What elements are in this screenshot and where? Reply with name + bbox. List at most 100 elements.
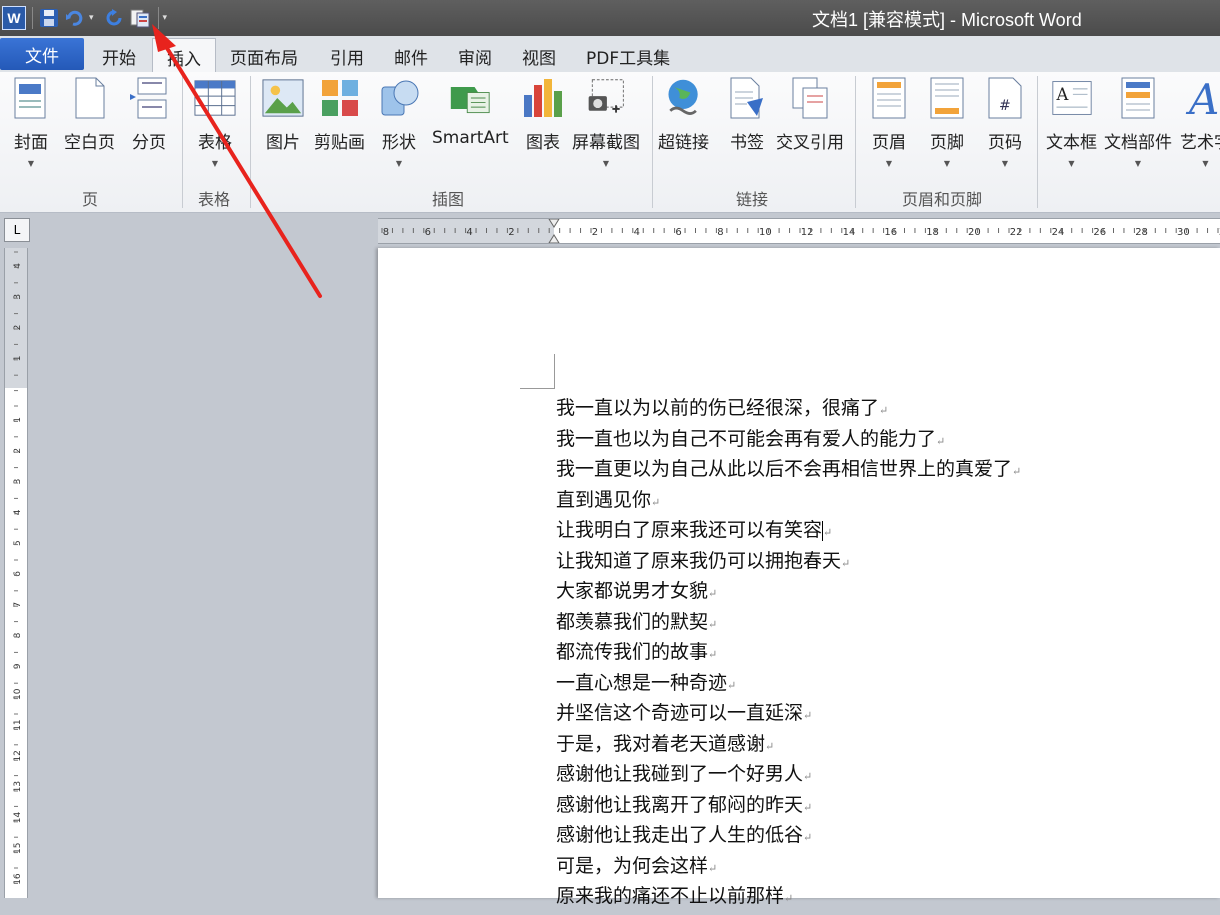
tab-review[interactable]: 审阅 bbox=[458, 44, 492, 69]
document-icon[interactable] bbox=[128, 6, 152, 30]
screenshot-button[interactable]: 屏幕截图 ▼ bbox=[572, 76, 640, 168]
ruler-label: 8 bbox=[383, 227, 389, 238]
document-line[interactable]: 我一直以为以前的伤已经很深，很痛了↵ bbox=[556, 393, 1021, 424]
textbox-button[interactable]: A 文本框 ▼ bbox=[1046, 76, 1097, 168]
undo-dropdown-icon[interactable]: ▾ bbox=[89, 13, 94, 23]
chart-button[interactable]: 图表 bbox=[522, 76, 564, 153]
table-icon bbox=[194, 76, 236, 120]
line-text: 都流传我们的故事 bbox=[556, 641, 708, 663]
chevron-down-icon: ▼ bbox=[1202, 159, 1208, 168]
shapes-icon bbox=[378, 76, 420, 120]
ruler-label: 20 bbox=[968, 227, 981, 238]
window-title: 文档1 [兼容模式] - Microsoft Word bbox=[812, 6, 1082, 32]
document-line[interactable]: 都流传我们的故事↵ bbox=[556, 637, 1021, 668]
document-line[interactable]: 一直心想是一种奇迹↵ bbox=[556, 668, 1021, 699]
paragraph-mark-icon: ↵ bbox=[765, 740, 774, 753]
page-number-button[interactable]: # 页码 ▼ bbox=[984, 76, 1026, 168]
word-app-icon[interactable]: W bbox=[2, 6, 26, 30]
picture-button[interactable]: 图片 bbox=[262, 76, 304, 153]
blank-page-button[interactable]: 空白页 bbox=[64, 76, 115, 153]
document-line[interactable]: 大家都说男才女貌↵ bbox=[556, 576, 1021, 607]
document-body[interactable]: 我一直以为以前的伤已经很深，很痛了↵我一直也以为自己不可能会再有爱人的能力了↵我… bbox=[556, 393, 1021, 912]
bookmark-icon bbox=[726, 76, 768, 120]
group-separator bbox=[1037, 76, 1038, 208]
ruler-label: 14 bbox=[843, 227, 856, 238]
undo-icon[interactable] bbox=[63, 6, 87, 30]
qat-separator bbox=[32, 7, 33, 29]
chevron-down-icon: ▼ bbox=[1068, 159, 1074, 168]
hyperlink-button[interactable]: 超链接 bbox=[658, 76, 709, 153]
save-icon[interactable] bbox=[37, 6, 61, 30]
tab-home[interactable]: 开始 bbox=[102, 44, 136, 69]
tab-insert[interactable]: 插入 bbox=[152, 38, 216, 75]
tab-references[interactable]: 引用 bbox=[330, 44, 364, 69]
shapes-button[interactable]: 形状 ▼ bbox=[378, 76, 420, 168]
line-text: 原来我的痛还不止以前那样 bbox=[556, 885, 784, 907]
ruler-label: 22 bbox=[1010, 227, 1023, 238]
document-line[interactable]: 于是，我对着老天道感谢↵ bbox=[556, 729, 1021, 760]
ruler-label: 2 bbox=[13, 448, 23, 454]
document-line[interactable]: 我一直也以为自己不可能会再有爱人的能力了↵ bbox=[556, 424, 1021, 455]
footer-button[interactable]: 页脚 ▼ bbox=[926, 76, 968, 168]
line-text: 让我明白了原来我还可以有笑容 bbox=[556, 519, 822, 541]
document-line[interactable]: 让我明白了原来我还可以有笑容↵ bbox=[556, 515, 1021, 546]
ruler-label: 2 bbox=[508, 227, 514, 238]
document-line[interactable]: 原来我的痛还不止以前那样↵ bbox=[556, 881, 1021, 912]
quick-parts-button[interactable]: 文档部件 ▼ bbox=[1104, 76, 1172, 168]
document-line[interactable]: 都羡慕我们的默契↵ bbox=[556, 607, 1021, 638]
wordart-button[interactable]: A 艺术字 ▼ bbox=[1180, 76, 1220, 168]
document-line[interactable]: 直到遇见你↵ bbox=[556, 485, 1021, 516]
ruler-label: 2 bbox=[592, 227, 598, 238]
line-text: 直到遇见你 bbox=[556, 489, 651, 511]
group-label-pages: 页 bbox=[82, 186, 98, 210]
smartart-button[interactable]: SmartArt bbox=[432, 76, 509, 148]
horizontal-ruler[interactable]: 86422468101214161820222426283032 bbox=[378, 218, 1220, 244]
paragraph-mark-icon: ↵ bbox=[727, 679, 736, 692]
header-button[interactable]: 页眉 ▼ bbox=[868, 76, 910, 168]
ruler-label: 7 bbox=[13, 602, 23, 608]
paragraph-mark-icon: ↵ bbox=[879, 404, 888, 417]
redo-icon[interactable] bbox=[102, 6, 126, 30]
clipart-button[interactable]: 剪贴画 bbox=[314, 76, 365, 153]
tab-selector[interactable]: L bbox=[4, 218, 30, 242]
tab-view[interactable]: 视图 bbox=[522, 44, 556, 69]
screenshot-icon bbox=[585, 76, 627, 120]
bookmark-button[interactable]: 书签 bbox=[726, 76, 768, 153]
group-separator bbox=[855, 76, 856, 208]
chevron-down-icon: ▼ bbox=[886, 159, 892, 168]
vertical-ruler[interactable]: 432112345678910111213141516 bbox=[4, 248, 28, 898]
line-text: 让我知道了原来我仍可以拥抱春天 bbox=[556, 550, 841, 572]
group-separator bbox=[250, 76, 251, 208]
customize-dropdown-icon[interactable]: ▾ bbox=[163, 13, 168, 23]
page-break-button[interactable]: 分页 bbox=[128, 76, 170, 153]
ruler-label: 5 bbox=[13, 540, 23, 546]
line-text: 大家都说男才女貌 bbox=[556, 580, 708, 602]
ruler-label: 10 bbox=[759, 227, 772, 238]
document-line[interactable]: 让我知道了原来我仍可以拥抱春天↵ bbox=[556, 546, 1021, 577]
document-line[interactable]: 感谢他让我离开了郁闷的昨天↵ bbox=[556, 790, 1021, 821]
quick-parts-icon bbox=[1117, 76, 1159, 120]
line-text: 一直心想是一种奇迹 bbox=[556, 672, 727, 694]
document-line[interactable]: 并坚信这个奇迹可以一直延深↵ bbox=[556, 698, 1021, 729]
document-line[interactable]: 我一直更以为自己从此以后不会再相信世界上的真爱了↵ bbox=[556, 454, 1021, 485]
chevron-down-icon: ▼ bbox=[212, 159, 218, 168]
group-label-illustrations: 插图 bbox=[432, 186, 464, 210]
tab-page-layout[interactable]: 页面布局 bbox=[230, 44, 298, 69]
cross-reference-button[interactable]: 交叉引用 bbox=[776, 76, 844, 153]
tab-file[interactable]: 文件 bbox=[0, 38, 84, 70]
ruler-label: 2 bbox=[13, 325, 23, 331]
tab-pdf-tools[interactable]: PDF工具集 bbox=[586, 44, 670, 69]
document-line[interactable]: 可是，为何会这样↵ bbox=[556, 851, 1021, 882]
tab-mailings[interactable]: 邮件 bbox=[394, 44, 428, 69]
cover-page-button[interactable]: 封面 ▼ bbox=[10, 76, 52, 168]
line-text: 感谢他让我碰到了一个好男人 bbox=[556, 763, 803, 785]
footer-icon bbox=[926, 76, 968, 120]
document-line[interactable]: 感谢他让我碰到了一个好男人↵ bbox=[556, 759, 1021, 790]
textbox-icon: A bbox=[1051, 76, 1093, 120]
line-text: 我一直也以为自己不可能会再有爱人的能力了 bbox=[556, 428, 936, 450]
document-line[interactable]: 感谢他让我走出了人生的低谷↵ bbox=[556, 820, 1021, 851]
table-button[interactable]: 表格 ▼ bbox=[194, 76, 236, 168]
chevron-down-icon: ▼ bbox=[1135, 159, 1141, 168]
group-separator bbox=[652, 76, 653, 208]
line-text: 感谢他让我走出了人生的低谷 bbox=[556, 824, 803, 846]
